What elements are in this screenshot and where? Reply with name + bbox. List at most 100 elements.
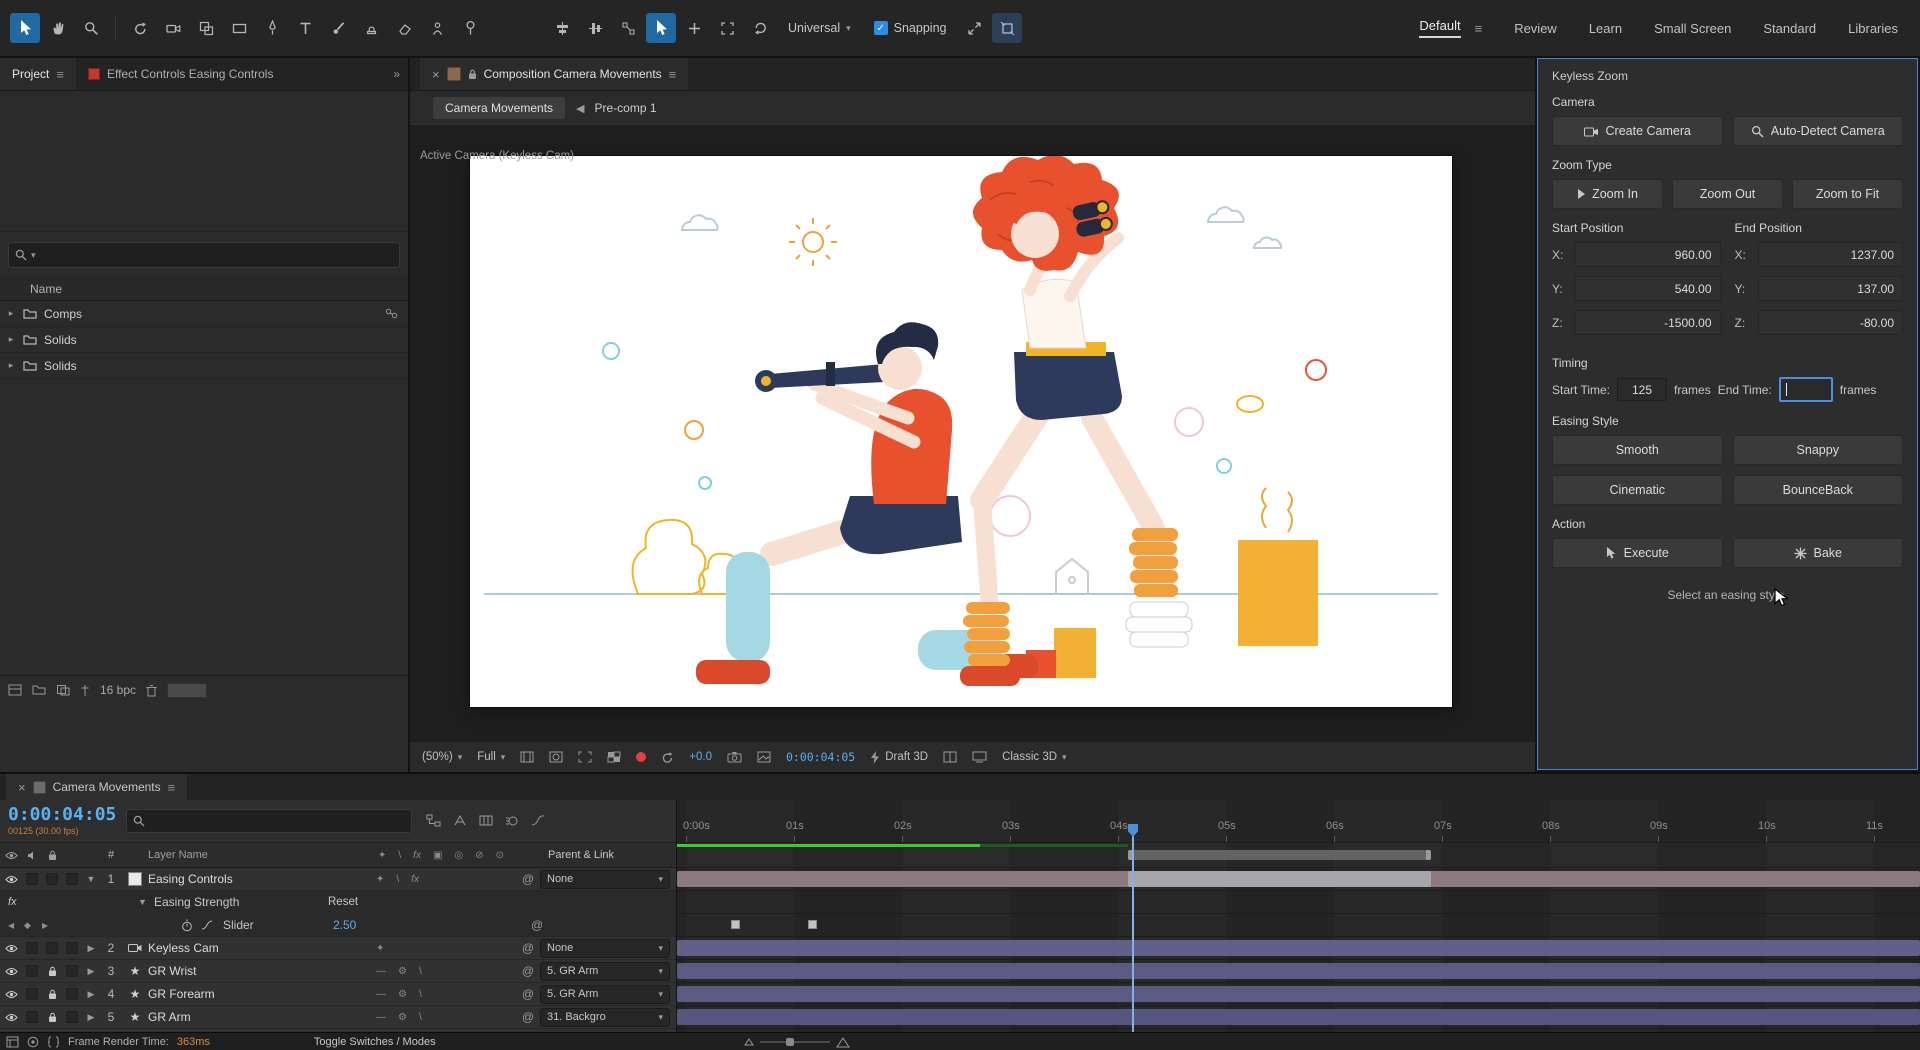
hand-tool[interactable]: [43, 13, 73, 43]
solo-toggle[interactable]: [62, 942, 82, 954]
audio-toggle[interactable]: [22, 873, 42, 885]
layer-name[interactable]: Easing Controls: [148, 872, 368, 886]
layer-color-swatch[interactable]: [122, 872, 148, 886]
zoom-tool[interactable]: [76, 13, 106, 43]
composition-tab[interactable]: × Composition Camera Movements ≡: [420, 58, 688, 90]
next-keyframe-icon[interactable]: ▶: [42, 921, 48, 930]
pick-whip-icon[interactable]: @: [516, 1010, 540, 1024]
project-item-solids-2[interactable]: ▸ Solids: [0, 353, 408, 379]
property-row-easing-strength[interactable]: fx ▼ Easing Strength Reset: [0, 891, 676, 914]
layer-name[interactable]: Keyless Cam: [148, 941, 368, 955]
transparency-grid-icon[interactable]: [607, 751, 621, 763]
start-z-field[interactable]: -1500.00: [1575, 310, 1721, 335]
layer-name-column-header[interactable]: Layer Name: [148, 849, 370, 861]
trash-icon[interactable]: [146, 684, 157, 697]
graph-editor-icon[interactable]: [531, 814, 545, 827]
layer-bar-row-gr-arm[interactable]: [677, 1006, 1920, 1029]
reset-link[interactable]: Reset: [328, 896, 358, 908]
layer-row-gr-forearm[interactable]: ▶ 4 ★ GR Forearm —⚙\ @ 5. GR Arm▾: [0, 983, 676, 1006]
view-layout-icon[interactable]: [972, 751, 987, 763]
pick-whip-icon[interactable]: @: [516, 987, 540, 1001]
pick-whip-icon[interactable]: @: [516, 872, 540, 886]
project-search-input[interactable]: [40, 247, 393, 263]
footer-placeholder-button[interactable]: [167, 683, 207, 698]
region-icon[interactable]: [712, 13, 742, 43]
adjust-icon[interactable]: [80, 684, 90, 697]
expand-caret-icon[interactable]: ▶: [82, 989, 100, 1000]
lock-toggle[interactable]: [42, 873, 62, 885]
pixel-aspect-icon[interactable]: [943, 751, 957, 763]
eraser-tool[interactable]: [389, 13, 419, 43]
resolution-dropdown[interactable]: Full▾: [477, 751, 505, 763]
rgb-channels-icon[interactable]: [636, 752, 646, 762]
close-tab-icon[interactable]: ×: [432, 67, 440, 82]
solo-toggle[interactable]: [62, 1011, 82, 1023]
start-x-field[interactable]: 960.00: [1575, 242, 1721, 267]
property-name[interactable]: Slider: [223, 918, 254, 932]
expand-caret-icon[interactable]: ▶: [82, 943, 100, 954]
lock-icon[interactable]: [42, 989, 62, 1000]
eye-icon[interactable]: [0, 1013, 22, 1022]
expression-icon[interactable]: [47, 1036, 60, 1048]
distribute-icon[interactable]: [613, 13, 643, 43]
parent-dropdown[interactable]: 31. Backgro▾: [540, 1008, 670, 1027]
layer-bar-row-gr-wrist[interactable]: [677, 960, 1920, 983]
layer-bar-row-easing-controls[interactable]: [677, 868, 1920, 891]
expand-caret-icon[interactable]: ▸: [6, 360, 16, 371]
smooth-button[interactable]: Smooth: [1552, 435, 1723, 465]
expand-caret-icon[interactable]: ▼: [82, 874, 100, 884]
layer-switches[interactable]: —⚙\: [368, 989, 516, 1000]
timeline-zoom-control[interactable]: [744, 1036, 850, 1048]
frame-blending-icon[interactable]: [479, 814, 493, 827]
pan-behind-tool[interactable]: [191, 13, 221, 43]
panel-menu-icon[interactable]: ≡: [56, 67, 64, 82]
zoom-to-fit-button[interactable]: Zoom to Fit: [1792, 179, 1903, 209]
time-ruler[interactable]: 0:00s 01s 02s 03s 04s 05s 06s 07s 08s 09…: [677, 800, 1920, 843]
keyframe-icon[interactable]: [808, 920, 817, 929]
exposure-value[interactable]: +0.0: [689, 751, 712, 763]
cinematic-button[interactable]: Cinematic: [1552, 475, 1723, 505]
magnification-dropdown[interactable]: (50%)▾: [422, 751, 462, 763]
zoom-in-mountain-icon[interactable]: [836, 1036, 850, 1048]
pick-whip-icon[interactable]: @: [516, 964, 540, 978]
pick-whip-icon[interactable]: @: [531, 918, 543, 932]
workspace-learn[interactable]: Learn: [1589, 21, 1622, 36]
lock-icon[interactable]: [42, 1012, 62, 1023]
tab-effect-controls[interactable]: Effect Controls Easing Controls: [76, 58, 286, 90]
eye-icon[interactable]: [0, 875, 22, 884]
end-z-field[interactable]: -80.00: [1758, 310, 1904, 335]
property-bar-row-easing-strength[interactable]: [677, 891, 1920, 914]
stopwatch-icon[interactable]: [181, 919, 193, 932]
workspace-menu-icon[interactable]: ≡: [1475, 21, 1483, 36]
expand-caret-icon[interactable]: ▸: [6, 334, 16, 345]
roto-brush-tool[interactable]: [422, 13, 452, 43]
zoom-out-mountain-icon[interactable]: [744, 1037, 754, 1046]
align-vertical-icon[interactable]: [580, 13, 610, 43]
end-time-input[interactable]: [1779, 377, 1833, 402]
zoom-out-button[interactable]: Zoom Out: [1672, 179, 1783, 209]
layer-row-easing-controls[interactable]: ▼ 1 Easing Controls ✦\fx @ None▾: [0, 868, 676, 891]
current-timecode[interactable]: 0:00:04:05: [8, 806, 116, 824]
keyframe-icon[interactable]: [731, 920, 740, 929]
puppet-pin-tool[interactable]: [455, 13, 485, 43]
tab-project[interactable]: Project ≡: [0, 58, 76, 90]
composition-canvas[interactable]: [470, 156, 1452, 707]
breadcrumb-current[interactable]: Camera Movements: [432, 96, 566, 120]
expand-caret-icon[interactable]: ▶: [82, 1012, 100, 1023]
render-queue-icon[interactable]: [6, 1036, 19, 1048]
solo-toggle[interactable]: [62, 988, 82, 1000]
end-x-field[interactable]: 1237.00: [1758, 242, 1904, 267]
bounceback-button[interactable]: BounceBack: [1733, 475, 1904, 505]
renderer-dropdown[interactable]: Classic 3D▾: [1002, 751, 1067, 763]
breadcrumb-parent[interactable]: Pre-comp 1: [595, 101, 657, 115]
snapshot-camera-icon[interactable]: [727, 751, 742, 763]
execute-button[interactable]: Execute: [1552, 538, 1723, 568]
expand-handles-icon[interactable]: [959, 13, 989, 43]
workspace-libraries[interactable]: Libraries: [1848, 21, 1898, 36]
lock-toggle[interactable]: [42, 942, 62, 954]
property-bar-row-slider[interactable]: [677, 914, 1920, 937]
zoom-slider-thumb[interactable]: [786, 1038, 794, 1046]
flowchart-icon[interactable]: [27, 1036, 39, 1048]
parent-dropdown[interactable]: 5. GR Arm▾: [540, 962, 670, 981]
panel-menu-icon[interactable]: ≡: [669, 67, 677, 82]
